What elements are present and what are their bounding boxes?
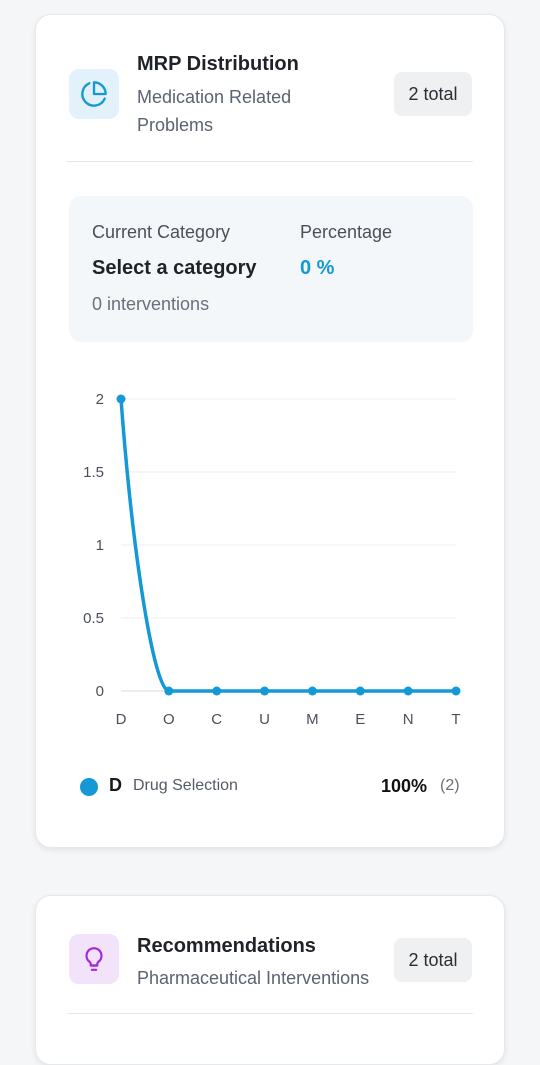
percentage-value: 0 % xyxy=(300,257,335,279)
header-divider xyxy=(67,1013,473,1014)
x-tick-label: U xyxy=(259,711,270,728)
card-subtitle: Pharmaceutical Interventions xyxy=(137,968,370,988)
x-tick-label: E xyxy=(355,711,365,728)
current-category-value: Select a category xyxy=(92,257,257,279)
category-info-panel: Current Category Select a category 0 int… xyxy=(69,196,473,342)
x-tick-label: M xyxy=(306,711,319,728)
x-tick-label: T xyxy=(451,711,460,728)
card-title: Recommendations xyxy=(137,935,316,957)
card-subtitle: Medication Related Problems xyxy=(137,87,292,135)
data-point xyxy=(212,686,222,696)
legend-code: D xyxy=(109,775,122,795)
mrp-icon-box xyxy=(69,69,119,119)
data-point xyxy=(451,686,461,696)
y-tick-label: 2 xyxy=(96,391,104,408)
data-point xyxy=(260,686,270,696)
header-divider xyxy=(67,161,473,162)
recommendations-card: Recommendations Pharmaceutical Intervent… xyxy=(35,895,505,1065)
total-badge: 2 total xyxy=(394,938,472,982)
percentage-label: Percentage xyxy=(300,222,393,242)
x-tick-label: N xyxy=(403,711,414,728)
y-tick-label: 0.5 xyxy=(83,610,104,627)
current-category-label: Current Category xyxy=(92,222,231,242)
recommendations-icon-box xyxy=(69,934,119,984)
y-tick-label: 1.5 xyxy=(83,464,104,481)
pie-chart-icon xyxy=(81,81,107,107)
card-title: MRP Distribution xyxy=(137,53,299,75)
y-tick-label: 1 xyxy=(96,537,104,554)
y-tick-label: 0 xyxy=(96,683,104,700)
data-point xyxy=(164,686,174,696)
x-tick-label: D xyxy=(116,711,127,728)
legend-color-dot xyxy=(80,778,98,796)
data-point xyxy=(116,394,126,404)
x-tick-label: C xyxy=(211,711,222,728)
data-point xyxy=(355,686,365,696)
mrp-distribution-card: MRP Distribution Medication Related Prob… xyxy=(35,14,505,848)
x-tick-label: O xyxy=(163,711,175,728)
legend-name: Drug Selection xyxy=(133,777,238,794)
chart-svg: 0 0.5 1 1.5 2 D O C U M E N T xyxy=(83,391,461,728)
legend-count: (2) xyxy=(440,777,460,794)
data-point xyxy=(403,686,413,696)
interventions-count: 0 interventions xyxy=(92,294,210,314)
lightbulb-icon xyxy=(85,947,103,971)
data-point xyxy=(307,686,317,696)
legend-percent: 100% xyxy=(381,776,428,796)
legend-item-drug-selection[interactable]: D Drug Selection 100% (2) xyxy=(36,775,506,805)
mrp-line-chart: 0 0.5 1 1.5 2 D O C U M E N T xyxy=(36,355,506,745)
total-badge: 2 total xyxy=(394,72,472,116)
